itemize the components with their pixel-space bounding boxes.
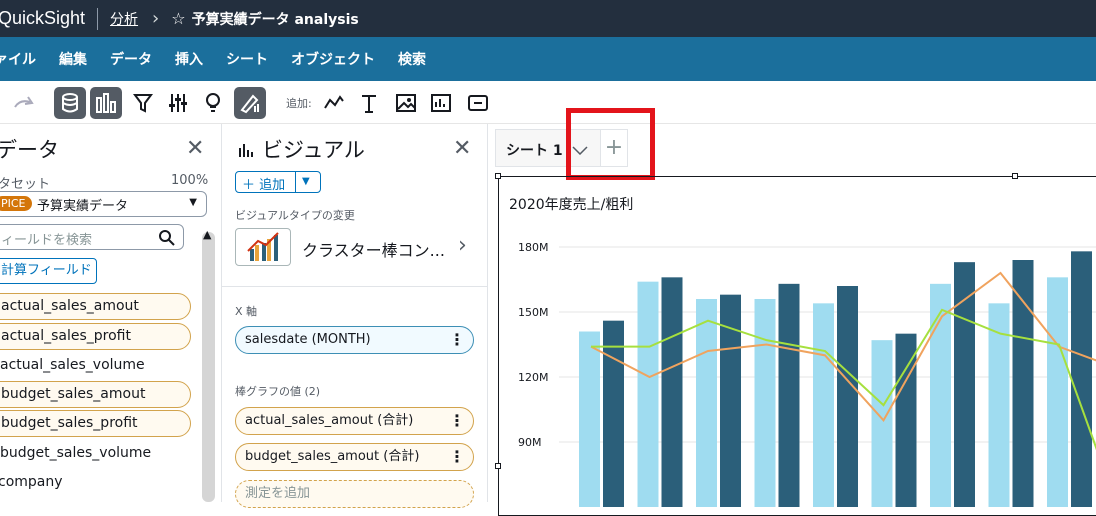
analysis-title: 予算実績データ analysis — [191, 11, 359, 28]
spice-badge: PICE — [0, 196, 32, 211]
bar-value-field-name: actual_sales_amout (合計) — [245, 413, 414, 428]
visual-type-name[interactable]: クラスター棒コン... — [302, 237, 445, 261]
menu-object[interactable]: オブジェクト — [291, 49, 375, 69]
scroll-up-icon[interactable]: ▲ — [203, 228, 211, 241]
caret-down-icon[interactable]: ▼ — [302, 176, 310, 187]
menu-data[interactable]: データ — [110, 49, 152, 69]
bar-values-label: 棒グラフの値 (2) — [235, 385, 321, 398]
caret-down-icon: ▼ — [189, 197, 197, 208]
parameters-icon[interactable] — [162, 87, 194, 119]
sheet-tab-label: シート 1 — [506, 143, 563, 159]
add-insight-icon[interactable] — [425, 87, 457, 119]
data-panel: データ ✕ タセット 100% PICE 予算実績データ ▼ ィールドを検索 計… — [0, 124, 222, 502]
close-icon[interactable]: ✕ — [453, 136, 471, 161]
add-calculated-field-button[interactable]: 計算フィールド — [0, 258, 97, 284]
top-bar: QuickSight 分析 › ☆ 予算実績データ analysis — [0, 0, 1096, 37]
visual-type-thumbnail[interactable] — [235, 228, 291, 266]
add-text-icon[interactable] — [353, 87, 385, 119]
add-visual-icon[interactable] — [318, 87, 350, 119]
bar — [813, 303, 834, 507]
menu-search[interactable]: 検索 — [398, 49, 426, 69]
visualize-icon[interactable] — [90, 87, 122, 119]
add-image-icon[interactable] — [390, 87, 422, 119]
bar — [895, 333, 917, 507]
app-logo[interactable]: QuickSight — [0, 8, 85, 29]
close-icon[interactable]: ✕ — [186, 136, 204, 161]
y-tick-label: 120M — [518, 371, 549, 384]
bar — [696, 299, 717, 507]
visual-panel-title: ビジュアル — [262, 138, 365, 162]
y-tick-label: 180M — [518, 241, 549, 254]
redo-icon[interactable] — [8, 87, 40, 119]
highlight-box — [566, 108, 655, 180]
bar — [1012, 260, 1034, 507]
database-icon[interactable] — [54, 87, 86, 119]
search-placeholder: ィールドを検索 — [1, 233, 93, 248]
themes-icon[interactable] — [234, 87, 266, 119]
bar — [871, 340, 893, 507]
field-search-input[interactable]: ィールドを検索 — [0, 224, 184, 250]
bar — [637, 281, 659, 507]
field-budget-sales-volume[interactable]: budget_sales_volume — [0, 445, 151, 461]
toolbar: 追加: — [0, 81, 1096, 124]
dataset-name: 予算実績データ — [37, 199, 129, 214]
cluster-bar-combo-chart: 180M 150M 120M 90M — [518, 241, 1096, 507]
dataset-percent: 100% — [171, 173, 209, 188]
add-label: 追加: — [286, 97, 312, 110]
insights-lightbulb-icon[interactable] — [197, 87, 229, 119]
visual-type-label: ビジュアルタイプの変更 — [235, 209, 355, 222]
menu-file[interactable]: ァイル — [0, 49, 36, 69]
filter-icon[interactable] — [127, 87, 159, 119]
search-icon — [159, 230, 175, 246]
visual-frame[interactable]: 2020年度売上/粗利 180M 150M 120M 90M — [495, 173, 1096, 516]
bar — [837, 286, 858, 507]
bar — [1071, 251, 1092, 507]
more-options-icon[interactable]: ⋮ — [449, 444, 465, 470]
dataset-label: タセット — [0, 177, 51, 192]
divider — [97, 7, 99, 30]
dataset-select[interactable]: PICE 予算実績データ ▼ — [0, 191, 207, 217]
chevron-right-icon[interactable]: › — [458, 233, 467, 258]
bar — [1047, 277, 1068, 507]
bar — [778, 283, 800, 507]
add-measure-drop-zone[interactable]: 測定を追加 — [235, 480, 474, 508]
field-actual-sales-amout[interactable]: actual_sales_amout — [0, 293, 191, 320]
chevron-right-icon: › — [152, 8, 160, 29]
more-options-icon[interactable]: ⋮ — [449, 408, 465, 434]
divider — [222, 286, 488, 287]
bar-chart-icon — [239, 144, 253, 157]
sheet-canvas: シート 1 + 2020年度売上/粗利 180M 150M 120M 90M — [488, 108, 1096, 516]
x-axis-label: X 軸 — [235, 305, 258, 318]
x-axis-field-well[interactable]: salesdate (MONTH) ⋮ — [235, 326, 474, 354]
divider — [295, 172, 296, 192]
x-axis-field-name: salesdate (MONTH) — [245, 332, 371, 347]
menu-insert[interactable]: 挿入 — [175, 49, 203, 69]
data-panel-title: データ — [0, 138, 59, 162]
bar — [603, 320, 624, 507]
combo-chart-icon — [247, 232, 279, 261]
menu-bar: ァイル 編集 データ 挿入 シート オブジェクト 検索 — [0, 37, 1096, 81]
bar-value-field-1[interactable]: actual_sales_amout (合計) ⋮ — [235, 407, 474, 435]
add-visual-button[interactable]: ＋ 追加 ▼ — [235, 171, 321, 193]
star-icon[interactable]: ☆ — [171, 9, 185, 28]
more-options-icon[interactable]: ⋮ — [449, 327, 465, 353]
menu-edit[interactable]: 編集 — [59, 49, 87, 69]
bar — [661, 277, 683, 507]
breadcrumb-analyses-link[interactable]: 分析 — [110, 9, 138, 29]
menu-sheet[interactable]: シート — [226, 49, 268, 69]
add-button-label: ＋ 追加 — [242, 178, 286, 193]
y-tick-label: 150M — [518, 306, 549, 319]
add-embed-icon[interactable] — [462, 87, 494, 119]
scrollbar[interactable] — [202, 232, 215, 502]
bar-value-field-name: budget_sales_amout (合計) — [245, 449, 420, 464]
field-actual-sales-volume[interactable]: actual_sales_volume — [0, 357, 145, 373]
bar-value-field-2[interactable]: budget_sales_amout (合計) ⋮ — [235, 443, 474, 471]
field-budget-sales-profit[interactable]: budget_sales_profit — [0, 410, 191, 437]
y-tick-label: 90M — [518, 436, 542, 449]
field-budget-sales-amout[interactable]: budget_sales_amout — [0, 381, 191, 408]
field-actual-sales-profit[interactable]: actual_sales_profit — [0, 323, 191, 350]
field-company[interactable]: company — [0, 474, 63, 490]
bar — [754, 299, 776, 507]
bar — [579, 331, 600, 507]
